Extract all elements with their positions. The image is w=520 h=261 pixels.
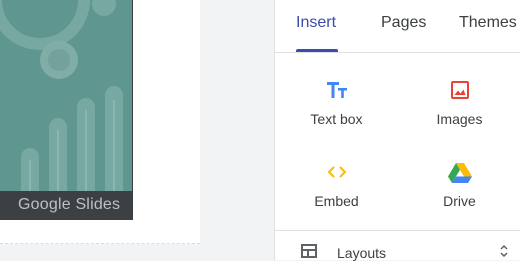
insert-side-panel: Insert Pages Themes Text box Images Embe… (274, 0, 520, 261)
drive-label: Drive (443, 193, 476, 209)
canvas-area: Google Slides (0, 0, 200, 260)
embed-icon (327, 166, 346, 178)
embed-button[interactable]: Embed (275, 160, 398, 209)
drive-icon (447, 163, 472, 183)
drive-button[interactable]: Drive (398, 160, 520, 209)
panel-tabs: Insert Pages Themes (275, 0, 520, 53)
tab-themes[interactable]: Themes (459, 0, 517, 52)
layouts-section-header[interactable]: Layouts (275, 231, 520, 261)
tab-insert[interactable]: Insert (296, 0, 336, 52)
text-box-label: Text box (310, 111, 363, 127)
text-box-icon (326, 82, 347, 98)
page-canvas[interactable]: Google Slides (0, 0, 200, 244)
images-button[interactable]: Images (398, 78, 520, 127)
embed-label: Embed (314, 193, 359, 209)
google-slides-logo: Google Slides (0, 191, 132, 219)
text-box-button[interactable]: Text box (275, 78, 398, 127)
layouts-icon (301, 244, 317, 258)
images-label: Images (436, 111, 483, 127)
tab-pages[interactable]: Pages (381, 0, 426, 52)
collapse-chevron-icon[interactable] (499, 244, 509, 258)
images-icon (450, 81, 469, 99)
slides-decoration (0, 0, 123, 208)
layouts-label: Layouts (337, 245, 387, 261)
active-tab-indicator (296, 49, 338, 52)
google-slides-embed[interactable]: Google Slides (0, 0, 133, 220)
